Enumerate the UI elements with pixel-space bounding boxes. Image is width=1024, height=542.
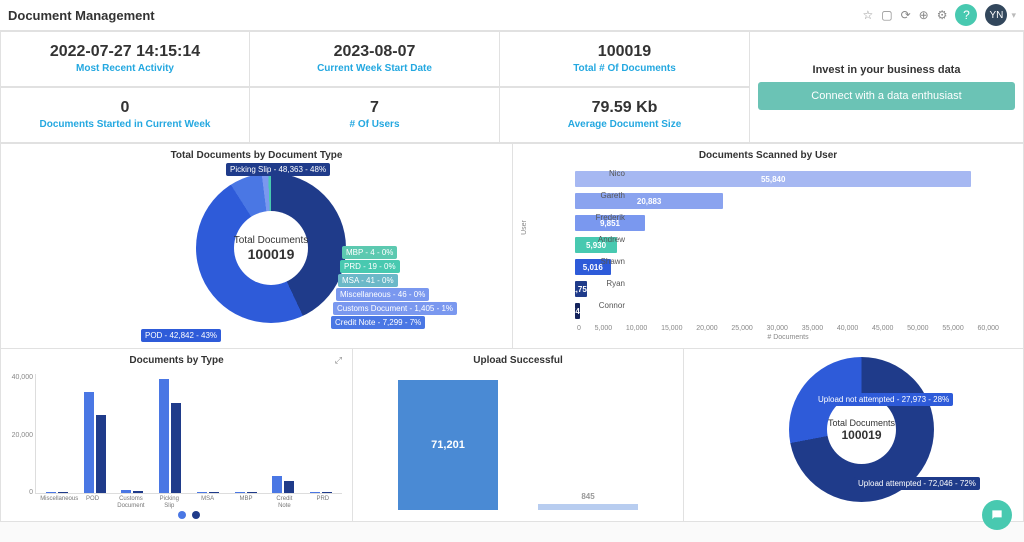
- x-axis-labels: MiscellaneousPODCustoms DocumentPicking …: [35, 496, 342, 509]
- donut2-center-value: 100019: [841, 428, 881, 442]
- hbar-category: Nico: [575, 169, 631, 178]
- bar-success: 71,201: [398, 380, 498, 510]
- panel-title: Total Documents by Document Type: [1, 144, 512, 163]
- panel-title: Documents Scanned by User: [513, 144, 1023, 163]
- slice-label-picking: Picking Slip - 48,363 - 48%: [226, 163, 330, 176]
- vbar-chart[interactable]: 40,000 20,000 0 MiscellaneousPODCustoms …: [1, 368, 352, 518]
- kpi-value: 79.59 Kb: [592, 99, 658, 117]
- chevron-down-icon[interactable]: ▾: [1011, 10, 1016, 21]
- add-icon[interactable]: ⊕: [919, 8, 929, 22]
- bar-other-label: 845: [581, 492, 594, 501]
- panel-title: Documents by Type: [1, 349, 352, 368]
- panel-docs-by-type-donut: Total Documents by Document Type Total D…: [0, 143, 513, 349]
- expand-icon[interactable]: ⤢: [335, 355, 344, 366]
- connect-button[interactable]: Connect with a data enthusiast: [758, 82, 1015, 110]
- chat-fab[interactable]: [982, 500, 1012, 530]
- invest-card: Invest in your business data Connect wit…: [750, 31, 1024, 143]
- donut2-chart[interactable]: Total Documents 100019 Upload not attemp…: [684, 349, 1023, 521]
- monitor-icon[interactable]: ▢: [881, 8, 892, 22]
- tick: 20,000: [3, 432, 33, 439]
- kpi-label: Current Week Start Date: [317, 63, 432, 74]
- vbar-plot: [35, 374, 342, 494]
- kpi-value: 7: [370, 99, 379, 117]
- hbar-category: Shawn: [575, 257, 631, 266]
- kpi-week-start: 2023-08-07 Current Week Start Date: [250, 31, 500, 87]
- donut-center-label: Total Documents: [234, 235, 308, 246]
- hbar-category: Gareth: [575, 191, 631, 200]
- refresh-icon[interactable]: ⟳: [901, 8, 911, 22]
- hbar-category: Connor: [575, 301, 631, 310]
- star-icon[interactable]: ☆: [862, 8, 873, 22]
- slice-label-attempted: Upload attempted - 72,046 - 72%: [854, 477, 980, 490]
- invest-title: Invest in your business data: [813, 64, 961, 76]
- bar-other: 845: [538, 504, 638, 510]
- charts-row-3: ⤢ Documents by Type 40,000 20,000 0 Misc…: [0, 349, 1024, 522]
- kpi-grid: 2022-07-27 14:15:14 Most Recent Activity…: [0, 31, 1024, 143]
- kpi-label: Average Document Size: [568, 119, 682, 130]
- kpi-total-docs: 100019 Total # Of Documents: [500, 31, 750, 87]
- kpi-label: Total # Of Documents: [573, 63, 676, 74]
- slice-label-customs: Customs Document - 1,405 - 1%: [333, 302, 457, 315]
- donut-center: Total Documents 100019: [196, 173, 346, 323]
- hbar-chart[interactable]: Nico55,840Gareth20,883Frederik9,851Andre…: [513, 163, 1023, 331]
- donut2-center-label: Total Documents: [828, 418, 895, 428]
- hbar-category: Frederik: [575, 213, 631, 222]
- legend-dot-b: [192, 511, 200, 519]
- tick: 40,000: [3, 374, 33, 381]
- kpi-users: 7 # Of Users: [250, 87, 500, 143]
- hbar-category: Andrew: [575, 235, 631, 244]
- panel-upload-successful: Upload Successful 71,201 845: [353, 349, 684, 522]
- charts-row-2: Total Documents by Document Type Total D…: [0, 143, 1024, 349]
- kpi-docs-started: 0 Documents Started in Current Week: [0, 87, 250, 143]
- kpi-avg-size: 79.59 Kb Average Document Size: [500, 87, 750, 143]
- tick: 0: [3, 489, 33, 496]
- y-axis-ticks: 40,000 20,000 0: [3, 374, 33, 496]
- slice-label-msa: MSA - 41 - 0%: [338, 274, 398, 287]
- hbar-bar: 55,840: [575, 171, 971, 187]
- legend-dot-a: [178, 511, 186, 519]
- gear-icon[interactable]: ⚙: [937, 8, 948, 22]
- donut-chart[interactable]: Total Documents 100019 Picking Slip - 48…: [1, 163, 512, 348]
- panel-docs-by-user: Documents Scanned by User User Nico55,84…: [513, 143, 1024, 349]
- slice-label-not-attempted: Upload not attempted - 27,973 - 28%: [814, 393, 953, 406]
- slice-label-prd: PRD - 19 - 0%: [340, 260, 400, 273]
- slice-label-misc: Miscellaneous - 46 - 0%: [336, 288, 429, 301]
- kpi-value: 2022-07-27 14:15:14: [50, 43, 200, 61]
- legend: [35, 511, 342, 519]
- kpi-value: 100019: [598, 43, 651, 61]
- single-plot: 71,201 845: [383, 374, 653, 510]
- kpi-most-recent-activity: 2022-07-27 14:15:14 Most Recent Activity: [0, 31, 250, 87]
- donut-center-value: 100019: [248, 246, 295, 262]
- panel-title: Upload Successful: [353, 349, 683, 368]
- kpi-value: 2023-08-07: [334, 43, 416, 61]
- panel-docs-by-type-bar: ⤢ Documents by Type 40,000 20,000 0 Misc…: [0, 349, 353, 522]
- slice-label-mbp: MBP - 4 - 0%: [342, 246, 397, 259]
- hbar-category: Ryan: [575, 279, 631, 288]
- kpi-value: 0: [121, 99, 130, 117]
- kpi-label: Documents Started in Current Week: [40, 119, 211, 130]
- slice-label-credit: Credit Note - 7,299 - 7%: [331, 316, 425, 329]
- kpi-label: # Of Users: [349, 119, 399, 130]
- help-icon[interactable]: ?: [955, 4, 977, 26]
- panel-upload-attempted-donut: Total Documents 100019 Upload not attemp…: [684, 349, 1024, 522]
- page-title: Document Management: [8, 8, 155, 23]
- user-avatar[interactable]: YN: [985, 4, 1007, 26]
- kpi-label: Most Recent Activity: [76, 63, 174, 74]
- single-bar-chart[interactable]: 71,201 845: [353, 368, 683, 518]
- slice-label-pod: POD - 42,842 - 43%: [141, 329, 221, 342]
- header-toolbar: ☆ ▢ ⟳ ⊕ ⚙ ? YN ▾: [862, 4, 1016, 26]
- app-header: Document Management ☆ ▢ ⟳ ⊕ ⚙ ? YN ▾: [0, 0, 1024, 31]
